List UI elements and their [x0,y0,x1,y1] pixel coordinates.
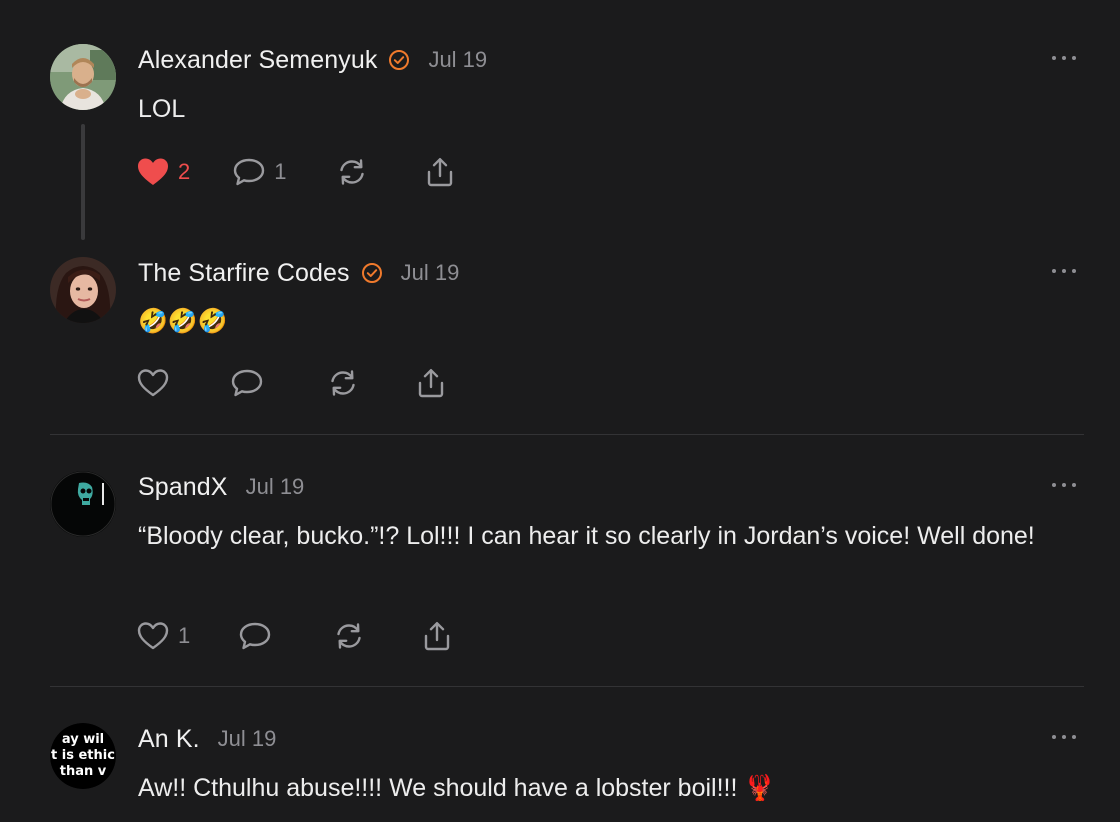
comment-date[interactable]: Jul 19 [428,47,487,73]
comment-date[interactable]: Jul 19 [246,474,305,500]
comment-alexander: Alexander Semenyuk Jul 19 LOL 2 1 [50,44,1084,244]
comment-text: 🤣🤣🤣 [138,308,228,335]
avatar-text-line: ay wil [62,732,104,747]
comment-an-k: ay wil t is ethic than v An K. Jul 19 Aw… [50,723,1084,822]
comment-actions: 1 [136,618,454,654]
comment-header: SpandX Jul 19 [138,471,304,503]
divider [50,434,1084,435]
reply-count: 1 [274,159,287,184]
author-name[interactable]: Alexander Semenyuk [138,46,377,75]
thread-line [81,124,85,240]
like-button[interactable]: 1 [136,618,190,654]
restack-button[interactable] [335,154,369,190]
comment-bubble-icon [230,367,264,399]
like-count: 1 [178,623,191,648]
more-options-icon[interactable] [1052,263,1076,279]
share-button[interactable] [414,365,448,401]
comment-starfire: The Starfire Codes Jul 19 🤣🤣🤣 [50,257,1084,407]
comment-text: LOL [138,95,186,123]
share-button[interactable] [423,154,457,190]
share-icon [423,156,457,188]
avatar[interactable] [50,471,116,537]
comment-text: “Bloody clear, bucko.”!? Lol!!! I can he… [138,522,1035,550]
restack-icon [332,620,366,652]
more-options-icon[interactable] [1052,729,1076,745]
comment-spandx: SpandX Jul 19 “Bloody clear, bucko.”!? L… [50,471,1084,661]
author-name[interactable]: SpandX [138,473,228,502]
like-count: 2 [178,159,191,184]
avatar[interactable]: ay wil t is ethic than v [50,723,116,789]
divider [50,686,1084,687]
like-button[interactable] [136,365,178,401]
comment-text: Aw!! Cthulhu abuse!!!! We should have a … [138,774,776,802]
comment-actions [136,365,448,401]
comment-bubble-icon [232,156,266,188]
verified-badge-icon [388,49,410,71]
restack-button[interactable] [326,365,360,401]
share-icon [420,620,454,652]
restack-icon [326,367,360,399]
more-options-icon[interactable] [1052,50,1076,66]
comment-date[interactable]: Jul 19 [401,260,460,286]
share-icon [414,367,448,399]
avatar-text-line: t is ethic [51,748,115,763]
comment-date[interactable]: Jul 19 [218,726,277,752]
share-button[interactable] [420,618,454,654]
like-button[interactable]: 2 [136,154,190,190]
reply-button[interactable]: 1 [232,154,287,190]
comment-header: Alexander Semenyuk Jul 19 [138,44,487,76]
comment-feed: Alexander Semenyuk Jul 19 LOL 2 1 The St… [0,0,1120,822]
comment-bubble-icon [238,620,272,652]
heart-icon [136,156,170,188]
author-name[interactable]: An K. [138,725,200,754]
restack-button[interactable] [332,618,366,654]
heart-icon [136,620,170,652]
verified-badge-icon [361,262,383,284]
avatar[interactable] [50,257,116,323]
reply-button[interactable] [238,618,280,654]
comment-header: The Starfire Codes Jul 19 [138,257,459,289]
more-options-icon[interactable] [1052,477,1076,493]
author-name[interactable]: The Starfire Codes [138,259,350,288]
restack-icon [335,156,369,188]
heart-icon [136,367,170,399]
reply-button[interactable] [230,365,272,401]
avatar[interactable] [50,44,116,110]
comment-actions: 2 1 [136,154,457,190]
comment-header: An K. Jul 19 [138,723,276,755]
avatar-text-line: than v [60,764,107,779]
